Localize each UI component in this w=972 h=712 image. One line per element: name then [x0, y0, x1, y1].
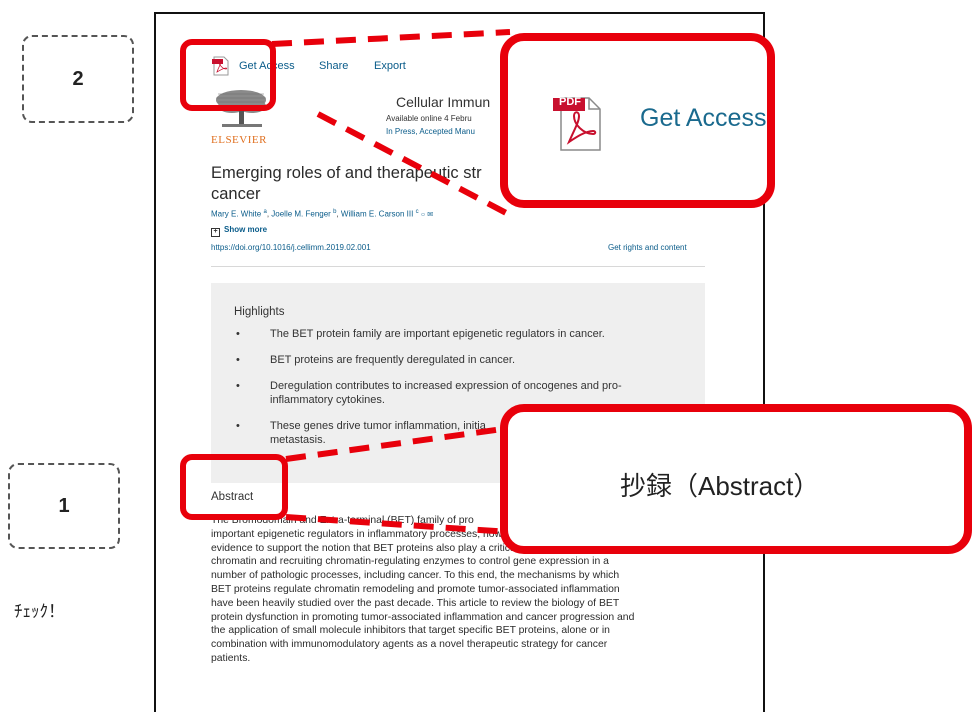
pdf-label: PDF — [559, 96, 581, 108]
callout-get-access-text: Get Access — [640, 104, 767, 132]
annotation-connectors — [271, 29, 512, 535]
get-access-highlight — [180, 39, 276, 111]
callout-abstract-text: 抄録（Abstract） — [620, 471, 820, 501]
abstract-highlight — [180, 454, 288, 520]
